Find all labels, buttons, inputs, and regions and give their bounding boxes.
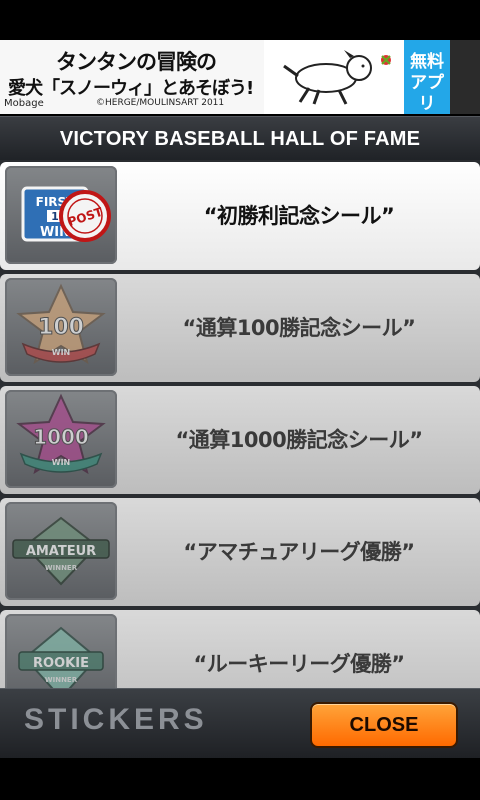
sticker-list[interactable]: FIRST 1 WIN POST “初勝利記念シール” 100 WIN “通算1… [0, 160, 480, 688]
svg-text:WIN: WIN [52, 458, 71, 467]
sticker-label: “アマチュアリーグ優勝” [183, 540, 415, 564]
sticker-label: “通算100勝記念シール” [182, 316, 416, 340]
ad-headline: タンタンの冒険の [56, 50, 217, 74]
svg-text:WINNER: WINNER [45, 676, 78, 684]
sticker-row-1000-wins[interactable]: 1000 WIN “通算1000勝記念シール” [0, 386, 480, 494]
ad-subheadline: 愛犬「スノーウィ」とあそぼう! [8, 78, 254, 99]
svg-text:1: 1 [51, 210, 59, 223]
sticker-label: “ルーキーリーグ優勝” [193, 652, 405, 676]
svg-text:1000: 1000 [33, 425, 89, 449]
sticker-thumbnail: FIRST 1 WIN POST [5, 166, 117, 264]
svg-text:ROOKIE: ROOKIE [33, 656, 89, 671]
amateur-badge-icon: AMATEUR WINNER [12, 516, 110, 586]
first-win-badge-icon: FIRST 1 WIN POST [21, 186, 111, 242]
sticker-thumbnail: 1000 WIN [5, 390, 117, 488]
ad-banner[interactable]: タンタンの冒険の 愛犬「スノーウィ」とあそぼう! Mobage ©HERGE/M… [0, 40, 450, 114]
ad-copyright: ©HERGE/MOULINSART 2011 [96, 98, 225, 108]
badge-line2: アプリ [410, 73, 444, 114]
footer-bar: STICKERS CLOSE [0, 688, 480, 759]
sticker-thumbnail: ROOKIE WINNER [5, 614, 117, 688]
svg-text:AMATEUR: AMATEUR [26, 544, 96, 559]
sticker-thumbnail: AMATEUR WINNER [5, 502, 117, 600]
sticker-label: “初勝利記念シール” [203, 204, 395, 228]
sticker-thumbnail: 100 WIN [5, 278, 117, 376]
win-1000-badge-icon: 1000 WIN [16, 393, 106, 475]
ad-brand: Mobage [4, 98, 44, 109]
sticker-row-rookie[interactable]: ROOKIE WINNER “ルーキーリーグ優勝” [0, 610, 480, 688]
rookie-badge-icon: ROOKIE WINNER [18, 626, 104, 688]
win-100-badge-icon: 100 WIN [16, 283, 106, 365]
sticker-row-first-win[interactable]: FIRST 1 WIN POST “初勝利記念シール” [0, 162, 480, 270]
hall-of-fame-header: VICTORY BASEBALL HALL OF FAME [0, 116, 480, 162]
close-button-label: CLOSE [349, 714, 419, 736]
dog-illustration [264, 40, 404, 114]
badge-line1: 無料 [410, 52, 444, 72]
ad-edge [450, 40, 480, 114]
sticker-label: “通算1000勝記念シール” [175, 428, 423, 452]
free-app-badge: 無料 アプリ [404, 40, 450, 114]
section-title: STICKERS [24, 703, 208, 736]
bottom-bar [0, 758, 480, 800]
svg-text:100: 100 [38, 315, 84, 340]
sticker-row-amateur[interactable]: AMATEUR WINNER “アマチュアリーグ優勝” [0, 498, 480, 606]
svg-text:WIN: WIN [52, 348, 71, 357]
close-button[interactable]: CLOSE [310, 702, 458, 748]
page-title: VICTORY BASEBALL HALL OF FAME [59, 128, 421, 150]
sticker-row-100-wins[interactable]: 100 WIN “通算100勝記念シール” [0, 274, 480, 382]
svg-text:WINNER: WINNER [45, 564, 78, 572]
